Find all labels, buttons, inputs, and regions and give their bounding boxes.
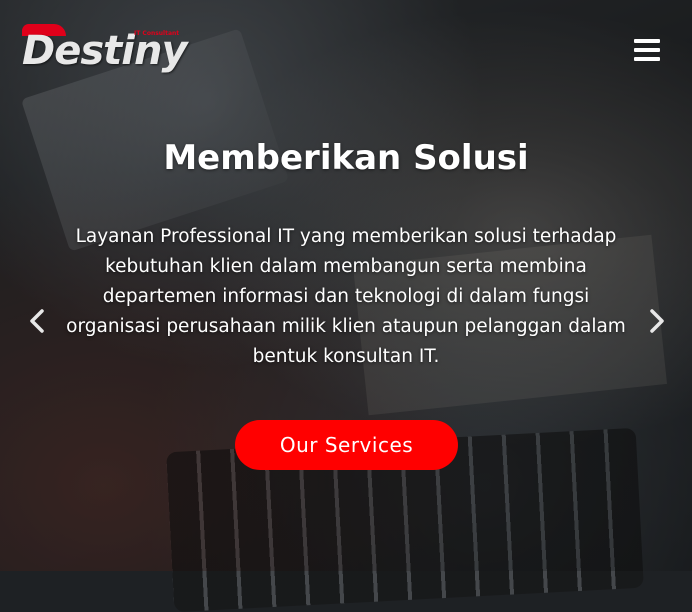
hero-description: Layanan Professional IT yang memberikan … — [66, 226, 626, 367]
brand-logo[interactable]: Destiny IT Consultant — [22, 22, 188, 74]
hamburger-menu-icon[interactable] — [628, 36, 664, 64]
our-services-button[interactable]: Our Services — [235, 420, 458, 470]
hero-title: Memberikan Solusi — [163, 138, 529, 178]
chevron-right-icon[interactable] — [642, 303, 672, 339]
logo-tagline: IT Consultant — [134, 30, 180, 37]
chevron-left-icon[interactable] — [22, 303, 52, 339]
